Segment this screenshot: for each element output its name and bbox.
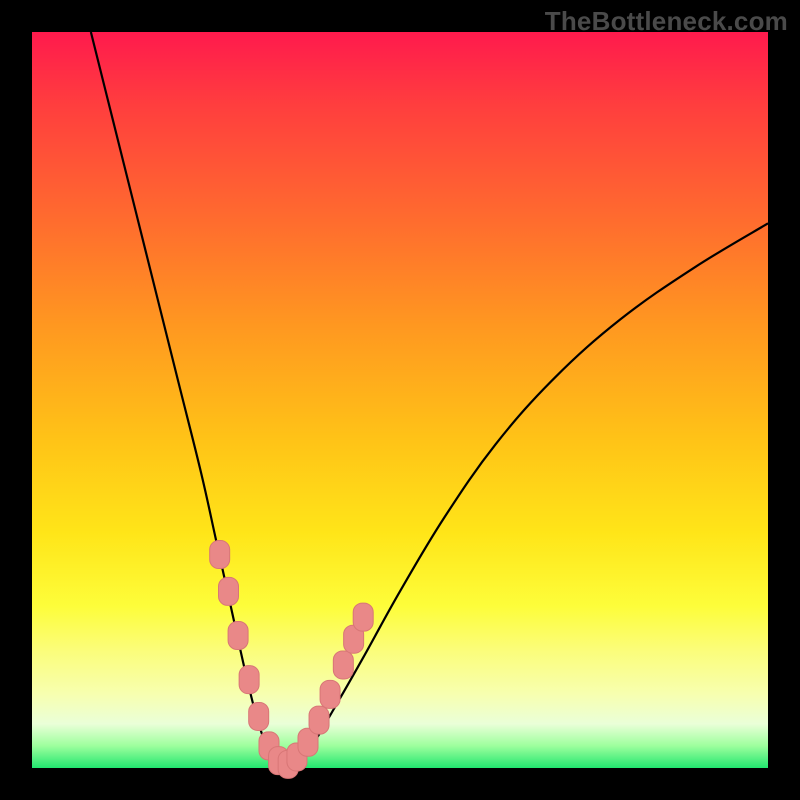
chart-frame: TheBottleneck.com <box>0 0 800 800</box>
bottleneck-curve <box>91 32 768 769</box>
marker <box>210 541 230 569</box>
watermark-text: TheBottleneck.com <box>545 6 788 37</box>
chart-svg <box>32 32 768 768</box>
marker <box>309 706 329 734</box>
marker-group <box>210 541 374 779</box>
plot-area <box>32 32 768 768</box>
marker <box>320 680 340 708</box>
marker <box>219 577 239 605</box>
marker <box>333 651 353 679</box>
marker <box>249 702 269 730</box>
marker <box>353 603 373 631</box>
marker <box>228 622 248 650</box>
marker <box>239 666 259 694</box>
